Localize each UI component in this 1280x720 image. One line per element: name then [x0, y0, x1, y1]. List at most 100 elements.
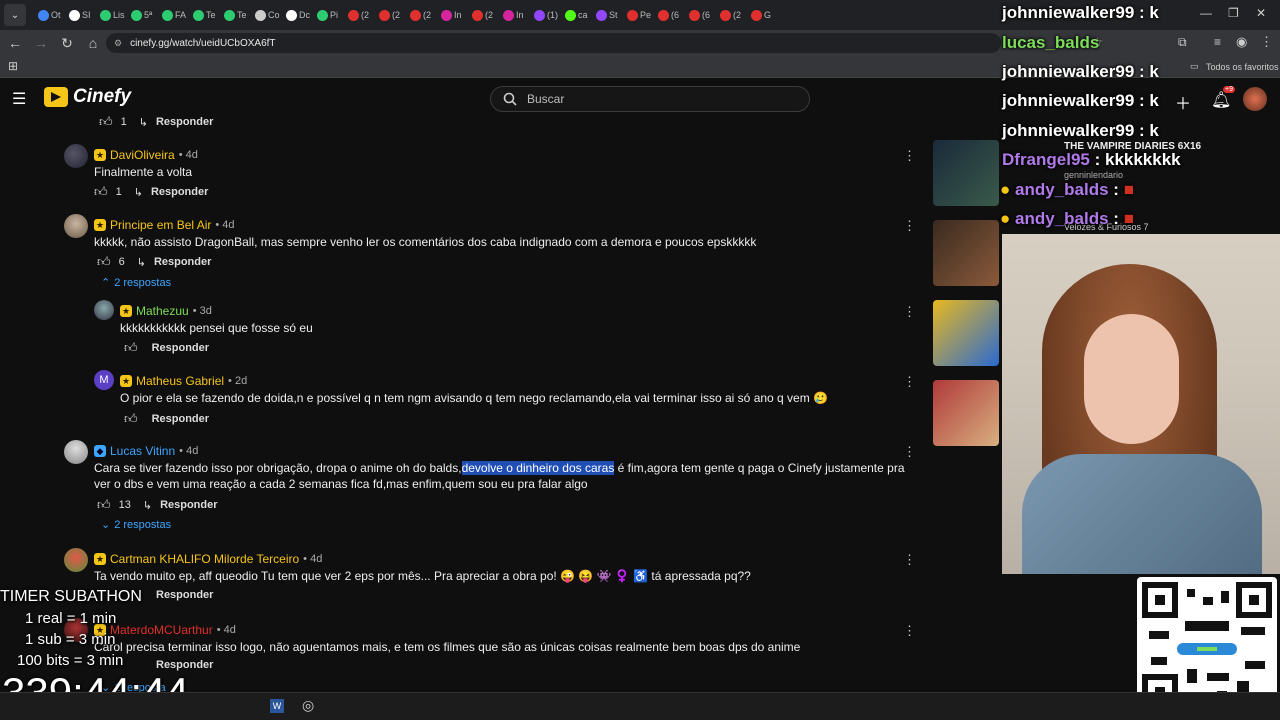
browser-tab[interactable]: Dc: [280, 3, 311, 27]
tab-favicon-icon: [596, 9, 607, 21]
browser-tab[interactable]: SI: [63, 3, 94, 27]
cinefy-logo[interactable]: Cinefy: [44, 86, 131, 108]
comment-author-row: ★ Mathezuu • 3d: [120, 304, 212, 318]
media-icon[interactable]: ≡: [1214, 35, 1221, 49]
comment-menu-icon[interactable]: ⋮: [903, 444, 916, 460]
browser-tab[interactable]: FA: [156, 3, 187, 27]
hamburger-menu-icon[interactable]: ☰: [12, 89, 26, 109]
avatar[interactable]: [64, 214, 88, 238]
browser-tab[interactable]: (6: [652, 3, 683, 27]
comment-menu-icon[interactable]: ⋮: [903, 623, 916, 639]
browser-tab[interactable]: Te: [187, 3, 218, 27]
browser-tab[interactable]: (2: [342, 3, 373, 27]
user-avatar[interactable]: [1243, 87, 1267, 111]
browser-tab[interactable]: In: [435, 3, 466, 27]
comment-author[interactable]: MaterdoMCUarthur: [110, 623, 213, 637]
timer-rule: 1 real = 1 min: [25, 610, 117, 627]
reply-button[interactable]: Responder: [160, 499, 217, 511]
avatar[interactable]: [64, 440, 88, 464]
recommendation-thumbnail[interactable]: [933, 300, 999, 366]
add-icon[interactable]: ＋: [1175, 90, 1191, 114]
url-field[interactable]: ⚙ cinefy.gg/watch/ueidUCbOXA6fT: [106, 33, 1001, 53]
browser-tab[interactable]: Pi: [311, 3, 342, 27]
comment-menu-icon[interactable]: ⋮: [903, 304, 916, 320]
search-input[interactable]: [527, 92, 777, 106]
chat-message: johnniewalker99 : k: [1002, 121, 1159, 141]
browser-tab[interactable]: St: [590, 3, 621, 27]
comment-menu-icon[interactable]: ⋮: [903, 552, 916, 568]
browser-tab[interactable]: (2: [404, 3, 435, 27]
app-icon[interactable]: ◎: [302, 697, 314, 714]
extensions-icon[interactable]: ⧉: [1178, 35, 1187, 50]
like-icon[interactable]: 👍︎: [124, 411, 138, 427]
like-count: 1: [120, 116, 127, 128]
reply-button[interactable]: Responder: [151, 186, 208, 198]
browser-tab[interactable]: Lis: [94, 3, 125, 27]
apps-grid-icon[interactable]: ⊞: [8, 59, 18, 73]
browser-tab[interactable]: In: [497, 3, 528, 27]
reload-icon[interactable]: ↻: [54, 35, 80, 52]
recommendation-thumbnail[interactable]: [933, 220, 999, 286]
browser-menu-icon[interactable]: ⋮: [1260, 34, 1273, 50]
like-icon[interactable]: 👍︎: [97, 254, 111, 270]
site-info-icon[interactable]: ⚙: [114, 38, 122, 49]
tab-search-icon[interactable]: ⌄: [4, 4, 26, 26]
browser-tab[interactable]: (2: [714, 3, 745, 27]
tab-favicon-icon: [410, 9, 421, 21]
comment-author[interactable]: DaviOliveira: [110, 148, 175, 162]
reply-button[interactable]: Responder: [154, 256, 211, 268]
browser-tab[interactable]: (2: [373, 3, 404, 27]
comment-menu-icon[interactable]: ⋮: [903, 148, 916, 164]
comment-author[interactable]: Cartman KHALIFO Milorde Terceiro: [110, 552, 299, 566]
reply-button[interactable]: Responder: [156, 116, 213, 128]
comment-author[interactable]: Matheus Gabriel: [136, 374, 224, 388]
browser-tab[interactable]: Ot: [32, 3, 63, 27]
browser-tab[interactable]: G: [745, 3, 776, 27]
tab-favicon-icon: [317, 9, 328, 21]
like-count: 1: [115, 186, 122, 198]
browser-tab[interactable]: ca: [559, 3, 590, 27]
avatar[interactable]: [64, 144, 88, 168]
profile-icon[interactable]: ◉: [1236, 34, 1247, 50]
comment-menu-icon[interactable]: ⋮: [903, 218, 916, 234]
comment-author[interactable]: Principe em Bel Air: [110, 218, 211, 232]
reply-button[interactable]: Responder: [152, 342, 209, 354]
close-icon[interactable]: ✕: [1256, 6, 1266, 20]
replies-toggle[interactable]: ⌄ 2 respostas: [101, 518, 171, 532]
recommendation-thumbnail[interactable]: [933, 140, 999, 206]
back-icon[interactable]: ←: [2, 35, 28, 51]
replies-toggle[interactable]: ⌃ 2 respostas: [101, 276, 171, 290]
chat-message: johnniewalker99 : k: [1002, 3, 1159, 23]
recommendation-channel[interactable]: genninlendario: [1064, 170, 1123, 180]
search-box[interactable]: [490, 86, 810, 112]
comment-author[interactable]: Lucas Vitinn: [110, 444, 175, 458]
forward-icon[interactable]: →: [28, 35, 54, 51]
comment-menu-icon[interactable]: ⋮: [903, 374, 916, 390]
browser-tab[interactable]: Co: [249, 3, 280, 27]
avatar[interactable]: M: [94, 370, 114, 390]
like-icon[interactable]: 👍︎: [97, 497, 111, 513]
comment-author[interactable]: Mathezuu: [136, 304, 189, 318]
recommendation-thumbnail[interactable]: [933, 380, 999, 446]
restore-icon[interactable]: ❐: [1228, 6, 1239, 20]
browser-tab[interactable]: Pe: [621, 3, 652, 27]
browser-tab[interactable]: (2: [466, 3, 497, 27]
avatar[interactable]: [94, 300, 114, 320]
home-icon[interactable]: ⌂: [80, 35, 106, 51]
browser-tab[interactable]: 5ª: [125, 3, 156, 27]
reply-button[interactable]: Responder: [152, 413, 209, 425]
chat-text: : k: [1139, 91, 1159, 110]
all-bookmarks-link[interactable]: Todos os favoritos: [1206, 62, 1279, 72]
avatar[interactable]: [64, 548, 88, 572]
like-icon[interactable]: 👍︎: [99, 114, 113, 130]
bell-icon[interactable]: 🔔︎: [1211, 90, 1231, 110]
like-icon[interactable]: 👍︎: [94, 184, 108, 200]
browser-tab[interactable]: Te: [218, 3, 249, 27]
reply-button[interactable]: Responder: [156, 589, 213, 601]
word-icon[interactable]: W: [270, 699, 284, 713]
like-icon[interactable]: 👍︎: [124, 340, 138, 356]
tab-favicon-icon: [472, 9, 483, 21]
browser-tab[interactable]: (1): [528, 3, 559, 27]
minimize-icon[interactable]: —: [1200, 6, 1212, 20]
browser-tab[interactable]: (6: [683, 3, 714, 27]
